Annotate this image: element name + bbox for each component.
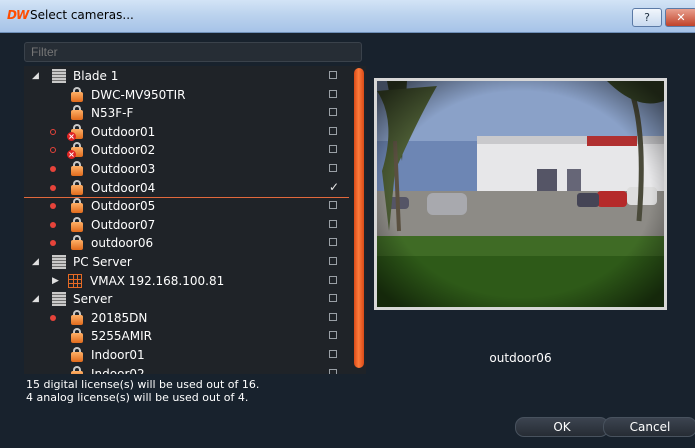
- tree-item-checkbox[interactable]: [329, 368, 337, 374]
- tree-camera-row[interactable]: × Outdoor01: [24, 123, 349, 141]
- recording-dot-icon: [50, 314, 56, 321]
- tree-item-label: Outdoor04: [91, 180, 156, 195]
- tree-item-label: 5255AMIR: [91, 329, 152, 344]
- camera-preview: [374, 78, 667, 310]
- camera-icon: ×: [67, 142, 84, 160]
- tree-item-checkbox[interactable]: [329, 71, 337, 79]
- tree-camera-row[interactable]: Outdoor07: [24, 216, 349, 234]
- digital-license-text: 15 digital license(s) will be used out o…: [26, 378, 260, 391]
- camera-icon: [70, 86, 84, 103]
- tree-item-label: Indoor01: [91, 348, 145, 362]
- tree-item-checkbox[interactable]: [329, 219, 337, 228]
- analog-license-text: 4 analog license(s) will be used out of …: [26, 391, 249, 404]
- tree-item-checkbox[interactable]: [329, 238, 337, 247]
- expanded-arrow-icon[interactable]: ◢: [32, 67, 39, 85]
- tree-item-label: VMAX 192.168.100.81: [90, 273, 225, 288]
- tree-camera-row[interactable]: DWC-MV950TIR: [24, 86, 349, 104]
- cancel-button[interactable]: Cancel: [603, 417, 695, 437]
- camera-icon: ×: [67, 123, 84, 141]
- tree-item-checkbox[interactable]: [329, 89, 337, 98]
- tree-camera-row[interactable]: 20185DN: [24, 309, 349, 327]
- recording-dot-icon: [50, 166, 56, 172]
- tree-item-label: Outdoor01: [91, 124, 156, 139]
- tree-item-checkbox[interactable]: [329, 257, 337, 265]
- tree-camera-row[interactable]: Outdoor05: [24, 197, 349, 215]
- tree-recorder-row[interactable]: ▶ VMAX 192.168.100.81: [24, 272, 349, 290]
- collapsed-arrow-icon[interactable]: ▶: [52, 272, 59, 290]
- camera-tree: Indoor02 Indoor01 5255AMIR 20185DN ◢ Server ▶ V…: [24, 66, 366, 374]
- camera-icon: [70, 198, 84, 214]
- dialog-body: Indoor02 Indoor01 5255AMIR 20185DN ◢ Server ▶ V…: [0, 33, 695, 448]
- tree-camera-row[interactable]: Indoor02: [24, 365, 349, 374]
- server-icon: [52, 255, 66, 269]
- tree-item-checkbox[interactable]: [329, 275, 337, 284]
- tree-item-label: Outdoor07: [91, 217, 156, 232]
- tree-item-label: Indoor02: [91, 366, 145, 374]
- tree-scrollbar[interactable]: [354, 68, 364, 368]
- camera-icon: [70, 309, 84, 326]
- tree-item-checkbox[interactable]: [329, 201, 337, 210]
- tree-item-checkbox[interactable]: ✓: [329, 181, 340, 193]
- camera-icon: [70, 105, 84, 121]
- close-button[interactable]: ✕: [665, 8, 695, 27]
- tree-item-label: Outdoor03: [91, 162, 156, 176]
- tree-server-row[interactable]: ◢ Server: [24, 290, 349, 308]
- tree-camera-row[interactable]: × Outdoor02: [24, 141, 349, 160]
- expanded-arrow-icon[interactable]: ◢: [32, 253, 39, 271]
- select-cameras-dialog: DW Select cameras... ? ✕ Indoor02 Indoor0…: [0, 0, 695, 448]
- recording-dot-icon: [50, 184, 56, 191]
- title-bar[interactable]: DW Select cameras... ? ✕: [0, 0, 695, 33]
- tree-item-checkbox[interactable]: [329, 294, 337, 303]
- tree-server-row[interactable]: ◢ Blade 1: [24, 67, 349, 85]
- preview-image: [377, 81, 664, 307]
- recording-dot-icon: [50, 240, 56, 247]
- tree-item-checkbox[interactable]: [329, 108, 337, 117]
- camera-icon: [70, 347, 84, 363]
- offline-dot-icon: [50, 128, 56, 135]
- tree-item-label: DWC-MV950TIR: [91, 87, 186, 102]
- tree-item-label: Outdoor05: [91, 199, 156, 214]
- tree-item-checkbox[interactable]: [329, 126, 337, 135]
- camera-icon: [70, 179, 84, 196]
- tree-camera-row[interactable]: outdoor06: [24, 234, 349, 252]
- camera-icon: [70, 216, 84, 233]
- camera-icon: [70, 365, 84, 374]
- tree-server-row[interactable]: ◢ PC Server: [24, 253, 349, 271]
- recorder-grid-icon: [68, 273, 82, 288]
- tree-item-label: Outdoor02: [91, 143, 156, 158]
- camera-list-pane: Indoor02 Indoor01 5255AMIR 20185DN ◢ Server ▶ V…: [24, 42, 366, 445]
- tree-camera-row[interactable]: Indoor01: [24, 346, 349, 364]
- tree-item-label: PC Server: [73, 255, 132, 269]
- tree-item-label: Blade 1: [73, 69, 119, 83]
- tree-camera-row[interactable]: N53F-F: [24, 104, 349, 122]
- tree-camera-row[interactable]: 5255AMIR: [24, 327, 349, 345]
- camera-icon: [70, 328, 84, 344]
- camera-icon: [70, 235, 84, 251]
- tree-item-label: Server: [73, 292, 113, 307]
- recording-dot-icon: [50, 221, 56, 228]
- offline-dot-icon: [50, 147, 56, 154]
- tree-item-checkbox[interactable]: [329, 350, 337, 358]
- filter-input[interactable]: [24, 42, 362, 62]
- preview-caption: outdoor06: [489, 351, 552, 365]
- camera-icon: [70, 161, 84, 177]
- server-icon: [52, 69, 66, 83]
- tree-item-checkbox[interactable]: [329, 312, 337, 321]
- server-icon: [52, 292, 66, 307]
- recording-dot-icon: [50, 203, 56, 210]
- help-button[interactable]: ?: [632, 8, 662, 27]
- tree-item-checkbox[interactable]: [329, 145, 337, 154]
- expanded-arrow-icon[interactable]: ◢: [32, 290, 39, 308]
- ok-button[interactable]: OK: [515, 417, 609, 437]
- tree-item-label: N53F-F: [91, 106, 134, 121]
- tree-camera-row[interactable]: Outdoor03: [24, 160, 349, 178]
- window-title: Select cameras...: [30, 8, 134, 22]
- tree-item-checkbox[interactable]: [329, 164, 337, 172]
- tree-camera-row[interactable]: Outdoor04 ✓: [24, 179, 349, 198]
- app-logo: DW: [7, 8, 29, 22]
- tree-item-label: 20185DN: [91, 310, 148, 325]
- tree-item-label: outdoor06: [91, 236, 154, 251]
- tree-item-checkbox[interactable]: [329, 331, 337, 340]
